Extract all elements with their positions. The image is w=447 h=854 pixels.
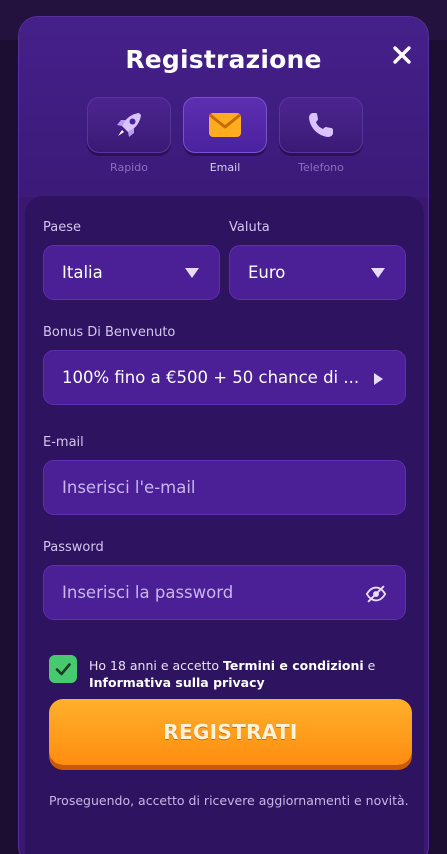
tab-label: Telefono <box>298 161 344 174</box>
chevron-down-icon <box>371 268 385 278</box>
checkmark-icon <box>55 663 71 676</box>
tab-label: Email <box>209 161 241 174</box>
phone-icon <box>309 113 333 137</box>
terms-text: Ho 18 anni e accetto Termini e condizion… <box>89 657 409 691</box>
chevron-right-icon <box>374 373 383 385</box>
eye-off-icon[interactable] <box>365 583 387 605</box>
tab-rapido[interactable]: Rapido <box>87 97 171 177</box>
email-field[interactable]: Inserisci l'e-mail <box>43 460 406 515</box>
registration-form: Paese Valuta Italia Euro Bonus Di Benven… <box>25 196 424 854</box>
terms-checkbox[interactable] <box>49 655 77 683</box>
bonus-value: 100% fino a €500 + 50 chance di ... <box>62 368 360 387</box>
bonus-select[interactable]: 100% fino a €500 + 50 chance di ... <box>43 350 406 405</box>
country-select[interactable]: Italia <box>43 245 220 300</box>
register-button[interactable]: REGISTRATI <box>49 699 412 765</box>
currency-value: Euro <box>248 263 286 282</box>
currency-label: Valuta <box>229 220 270 235</box>
chevron-down-icon <box>185 268 199 278</box>
tab-label: Rapido <box>110 161 148 174</box>
registration-method-tabs: Rapido Email Telefono <box>87 97 363 177</box>
envelope-icon <box>209 113 241 137</box>
modal-header: Registrazione Rapido Email Telefono <box>19 17 428 197</box>
country-label: Paese <box>43 220 81 235</box>
close-icon[interactable] <box>390 43 414 67</box>
password-placeholder: Inserisci la password <box>62 583 234 602</box>
privacy-link[interactable]: Informativa sulla privacy <box>89 675 265 690</box>
rocket-icon <box>117 113 141 137</box>
footer-note: Proseguendo, accetto di ricevere aggiorn… <box>49 793 409 808</box>
country-value: Italia <box>62 263 103 282</box>
currency-select[interactable]: Euro <box>229 245 406 300</box>
modal-title: Registrazione <box>125 45 322 74</box>
tab-email[interactable]: Email <box>183 97 267 177</box>
bonus-label: Bonus Di Benvenuto <box>43 325 176 340</box>
email-label: E-mail <box>43 435 84 450</box>
email-placeholder: Inserisci l'e-mail <box>62 478 196 497</box>
password-field[interactable]: Inserisci la password <box>43 565 406 620</box>
terms-text-1: Ho 18 anni e accetto <box>89 658 224 673</box>
tab-telefono[interactable]: Telefono <box>279 97 363 177</box>
terms-text-2: e <box>363 658 376 673</box>
terms-link[interactable]: Termini e condizioni <box>223 658 364 673</box>
registration-modal: Registrazione Rapido Email Telefono Paes… <box>18 16 429 854</box>
password-label: Password <box>43 540 104 555</box>
